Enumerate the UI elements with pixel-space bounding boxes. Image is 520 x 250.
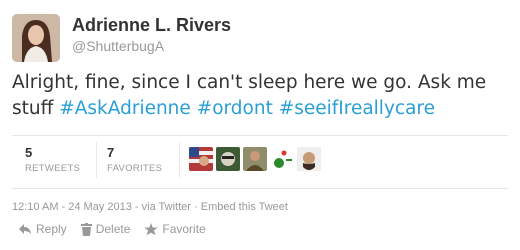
retweets-stat[interactable]: 5 RETWEETS	[25, 145, 80, 174]
favoriters-avatars	[189, 147, 321, 171]
reply-icon	[19, 224, 31, 234]
user-handle[interactable]: @ShutterbugA	[72, 38, 164, 54]
retweets-label: RETWEETS	[25, 163, 81, 174]
avatar[interactable]	[297, 147, 321, 171]
stat-divider	[96, 142, 97, 178]
favorites-label: FAVORITES	[107, 163, 163, 174]
avatar[interactable]	[12, 14, 60, 62]
trash-icon	[80, 222, 92, 236]
hashtag-link[interactable]: #AskAdrienne	[59, 98, 191, 119]
delete-label: Delete	[95, 222, 131, 236]
favorite-button[interactable]: Favorite	[144, 222, 206, 236]
favorite-label: Favorite	[162, 222, 206, 236]
reply-button[interactable]: Reply	[18, 222, 67, 236]
star-icon	[144, 222, 159, 235]
avatar[interactable]	[243, 147, 267, 171]
tweet-meta: 12:10 AM - 24 May 2013 - via Twitter · E…	[12, 201, 288, 213]
reply-label: Reply	[36, 222, 67, 236]
timestamp[interactable]: 12:10 AM - 24 May 2013	[12, 201, 132, 213]
hashtag-link[interactable]: #seeifIreallycare	[279, 98, 435, 119]
favorites-stat[interactable]: 7 FAVORITES	[107, 145, 162, 174]
user-name[interactable]: Adrienne L. Rivers	[72, 15, 231, 36]
meta-separator: ·	[190, 201, 201, 213]
hashtag-link[interactable]: #ordont	[197, 98, 273, 119]
divider	[12, 188, 508, 189]
tweet-actions: Reply Delete Favorite	[18, 222, 220, 236]
tweet-card: Adrienne L. Rivers @ShutterbugA Alright,…	[0, 0, 520, 250]
avatar[interactable]	[216, 147, 240, 171]
tweet-text: Alright, fine, since I can't sleep here …	[12, 70, 512, 122]
stat-divider	[179, 142, 180, 178]
retweets-count: 5	[25, 145, 33, 160]
favorites-count: 7	[107, 145, 115, 160]
via-text: - via Twitter	[131, 201, 191, 213]
divider	[12, 135, 508, 136]
delete-button[interactable]: Delete	[80, 222, 131, 236]
embed-link[interactable]: Embed this Tweet	[201, 201, 288, 213]
avatar[interactable]	[270, 147, 294, 171]
avatar[interactable]	[189, 147, 213, 171]
